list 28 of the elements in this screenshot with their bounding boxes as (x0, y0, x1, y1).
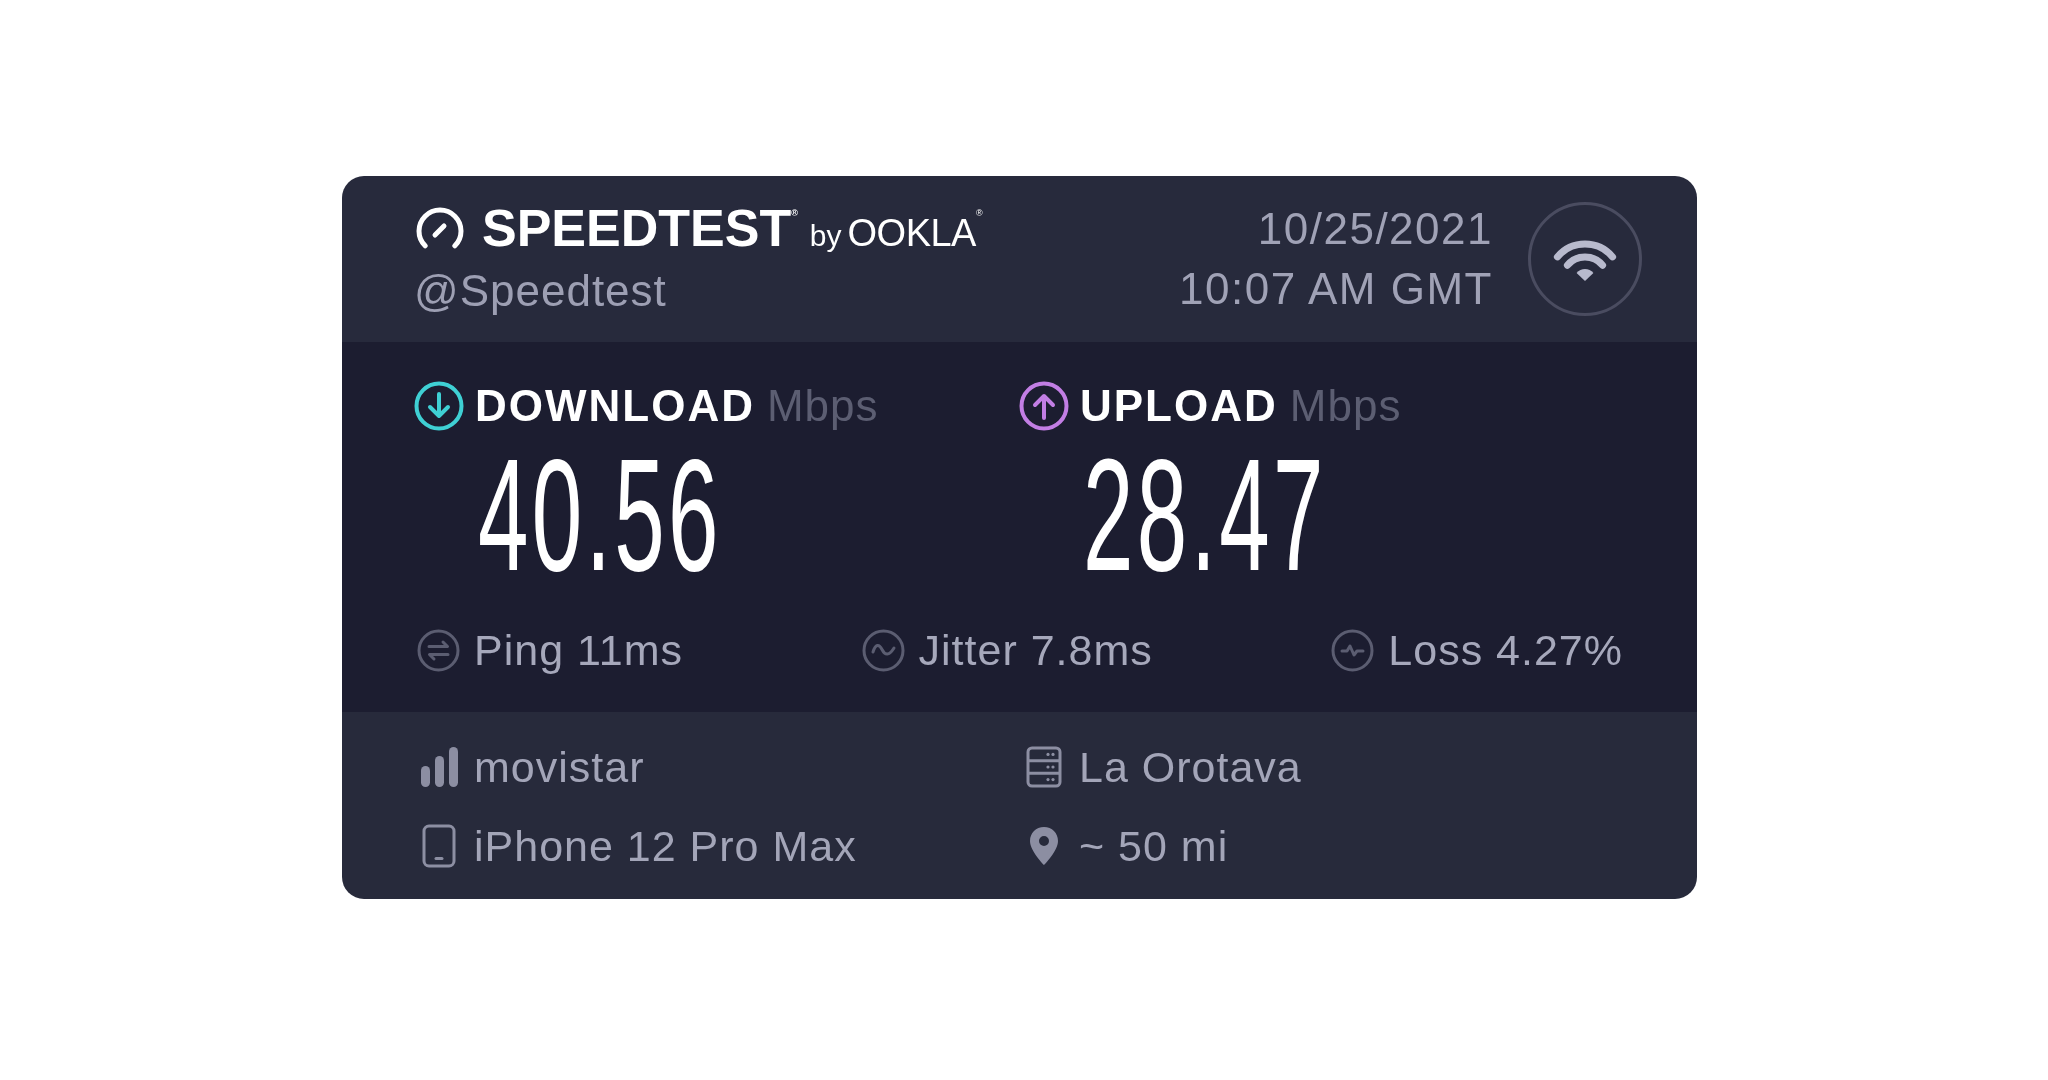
unit-label: Mbps (1289, 384, 1402, 428)
speed-value: 40.56 (478, 436, 722, 595)
brand-company: OOKLA$^{®}$ (847, 209, 983, 252)
detail-text: ~ 50 mi (1079, 824, 1229, 868)
signal-bars-icon (419, 746, 459, 788)
pulse-icon (1331, 628, 1375, 672)
result-label: UPLOAD (1080, 384, 1278, 428)
test-date: 10/25/2021 (1257, 207, 1493, 251)
detail-text: iPhone 12 Pro Max (474, 824, 857, 868)
brand-name: SPEEDTEST$^{®}$ (482, 202, 798, 254)
brand-by-text: by (809, 221, 842, 251)
gauge-icon (414, 207, 466, 249)
metric-text: Jitter 7.8ms (918, 628, 1153, 672)
swap-arrows-icon (417, 628, 460, 672)
metric-text: Loss 4.27% (1388, 628, 1623, 672)
location-pin-icon (1029, 826, 1059, 866)
metric-text: Ping 11ms (474, 628, 683, 672)
result-label: DOWNLOAD (475, 384, 755, 428)
server-icon (1026, 746, 1062, 788)
speed-value: 28.47 (1083, 436, 1327, 595)
detail-text: La Orotava (1079, 745, 1302, 789)
phone-icon (422, 824, 456, 868)
wifi-icon (1528, 202, 1642, 316)
account-handle: @Speedtest (414, 269, 667, 313)
test-time: 10:07 AM GMT (1179, 267, 1493, 311)
wave-icon (861, 628, 905, 672)
unit-label: Mbps (766, 384, 879, 428)
detail-text: movistar (474, 745, 645, 789)
